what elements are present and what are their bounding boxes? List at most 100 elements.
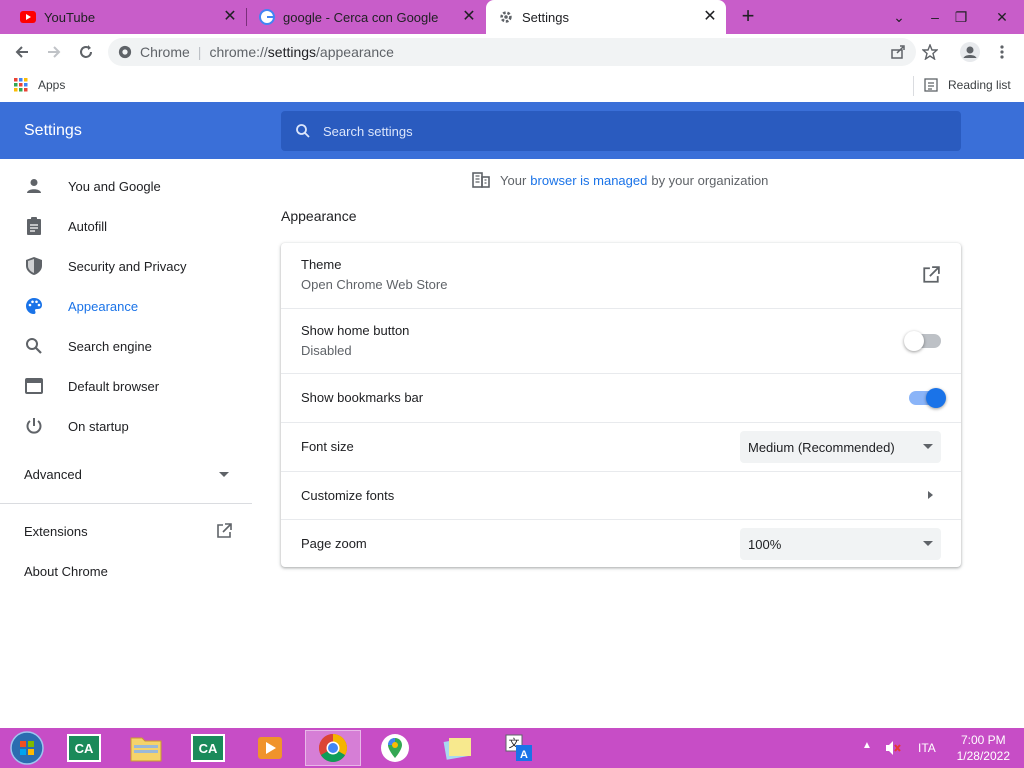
close-window-button[interactable]: ✕ [982,4,1022,30]
theme-row[interactable]: Theme Open Chrome Web Store [281,243,961,308]
sidebar-item-label: You and Google [68,178,161,194]
origin-chip: Chrome [140,44,190,60]
managed-prefix: Your [500,172,527,188]
tab-title: google - Cerca con Google [283,9,439,25]
chrome-icon [118,45,132,59]
sidebar-advanced-toggle[interactable]: Advanced [24,467,230,482]
taskbar-credit-agricole-2[interactable]: CA [180,730,236,766]
youtube-icon [20,9,36,25]
bookmarks-divider [913,76,914,96]
taskbar: CA CA 文A ▲ ITA 7:00 PM 1/28/2022 [0,728,1024,768]
power-icon [24,416,44,436]
reload-button[interactable] [72,38,100,66]
gear-icon [498,9,514,25]
close-tab-icon[interactable]: ✕ [461,9,477,25]
clipboard-icon [24,216,44,236]
system-clock[interactable]: 7:00 PM 1/28/2022 [957,732,1010,764]
sidebar-item-label: On startup [68,418,129,434]
minimize-button[interactable]: – [922,4,948,30]
managed-suffix: by your organization [651,172,769,188]
home-button-sub: Disabled [301,343,352,358]
sidebar-item-on-startup[interactable]: On startup [0,406,250,446]
sidebar-item-label: Security and Privacy [68,258,187,274]
reading-list-button[interactable]: Reading list [924,78,1011,92]
open-in-new-icon[interactable] [922,266,940,284]
customize-fonts-row[interactable]: Customize fonts [281,471,961,519]
taskbar-translator[interactable]: 文A [491,730,547,766]
tab-search-icon[interactable]: ⌄ [886,4,912,30]
restore-button[interactable]: ❐ [948,4,974,30]
url-text: chrome://settings/appearance [209,44,394,60]
taskbar-sticky-notes[interactable] [429,730,485,766]
apps-grid-icon [14,78,28,92]
sidebar-item-label: Default browser [68,378,160,394]
input-language[interactable]: ITA [918,741,936,755]
tab-youtube[interactable]: YouTube ✕ [0,0,246,34]
forward-button[interactable] [40,38,68,66]
close-tab-icon[interactable]: ✕ [702,9,718,25]
font-size-select[interactable]: Medium (Recommended) [740,431,941,463]
back-button[interactable] [8,38,36,66]
volume-muted-icon[interactable] [884,739,902,757]
bookmarks-bar-toggle[interactable] [909,388,946,408]
reading-list-icon [924,78,938,92]
extensions-label: Extensions [24,524,88,539]
tab-settings[interactable]: Settings ✕ [486,0,726,34]
search-settings-field[interactable]: Search settings [281,111,961,151]
taskbar-maps[interactable] [367,730,423,766]
sidebar-item-appearance[interactable]: Appearance [0,286,250,326]
chevron-down-icon [219,472,229,477]
sticky-notes-icon [443,738,471,760]
font-size-row: Font size Medium (Recommended) [281,422,961,471]
sidebar-item-you-and-google[interactable]: You and Google [0,166,250,206]
close-tab-icon[interactable]: ✕ [222,9,238,25]
toggle-knob [904,331,924,351]
tab-google[interactable]: google - Cerca con Google ✕ [247,0,485,34]
sidebar-item-autofill[interactable]: Autofill [0,206,250,246]
show-hidden-icons-icon[interactable]: ▲ [862,740,872,751]
sidebar-item-label: Appearance [68,298,139,314]
sidebar-item-security[interactable]: Security and Privacy [0,246,250,286]
svg-text:A: A [520,749,528,761]
profile-avatar[interactable] [956,38,984,66]
theme-label: Theme [301,257,342,272]
browser-icon [24,376,44,396]
start-button[interactable] [0,730,54,766]
taskbar-media-player[interactable] [242,730,298,766]
tab-title: Settings [522,9,569,25]
reading-list-label: Reading list [948,78,1011,92]
page-zoom-value: 100% [748,536,782,552]
building-icon [472,172,490,188]
chevron-right-icon [928,491,933,499]
address-bar[interactable]: Chrome | chrome://settings/appearance [108,38,916,66]
sidebar-item-search-engine[interactable]: Search engine [0,326,250,366]
managed-notice: Your browser is managed by your organiza… [472,172,768,188]
bookmarks-bar-label: Show bookmarks bar [301,390,424,405]
menu-kebab-icon[interactable] [988,38,1016,66]
font-size-value: Medium (Recommended) [748,439,895,455]
bookmarks-bar: Apps Reading list [0,70,1024,102]
toggle-knob [926,388,946,408]
home-button-toggle[interactable] [904,331,941,351]
sidebar-item-label: Search engine [68,338,152,354]
share-icon[interactable] [890,44,906,60]
home-button-label: Show home button [301,323,410,338]
managed-link[interactable]: browser is managed [530,173,647,188]
bookmark-star-icon[interactable] [916,38,944,66]
dropdown-arrow-icon [923,541,933,546]
taskbar-chrome[interactable] [305,730,361,766]
windows-start-icon [10,731,44,765]
media-player-icon [258,737,282,759]
credit-agricole-icon: CA [191,734,225,762]
translate-icon: 文A [505,734,532,761]
apps-shortcut[interactable]: Apps [14,78,65,92]
taskbar-file-explorer[interactable] [118,730,174,766]
sidebar-item-extensions[interactable]: Extensions [24,523,234,539]
page-zoom-select[interactable]: 100% [740,528,941,560]
search-icon [295,123,311,139]
new-tab-button[interactable]: + [736,5,760,29]
sidebar-item-default-browser[interactable]: Default browser [0,366,250,406]
page-zoom-label: Page zoom [301,536,367,551]
sidebar-item-about-chrome[interactable]: About Chrome [24,564,108,579]
taskbar-credit-agricole-1[interactable]: CA [56,730,112,766]
